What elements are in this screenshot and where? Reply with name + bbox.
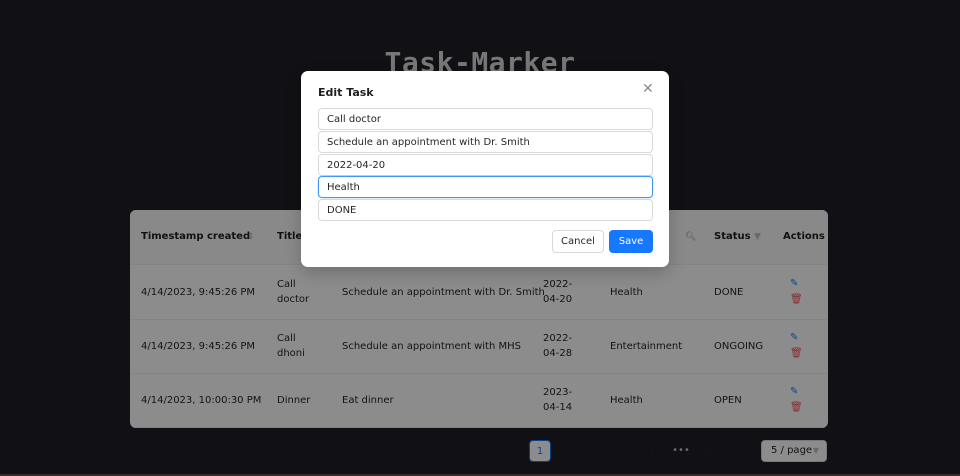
title-input[interactable] — [318, 108, 653, 130]
close-icon[interactable]: ✕ — [642, 81, 654, 97]
description-input[interactable] — [318, 131, 653, 153]
modal-title: Edit Task — [318, 86, 374, 99]
status-input[interactable] — [318, 199, 653, 221]
edit-task-modal: Edit Task ✕ Cancel Save — [301, 71, 669, 267]
due-date-input[interactable] — [318, 154, 653, 176]
cancel-button[interactable]: Cancel — [552, 230, 604, 253]
tag-input[interactable] — [318, 176, 653, 198]
save-button[interactable]: Save — [609, 230, 653, 253]
